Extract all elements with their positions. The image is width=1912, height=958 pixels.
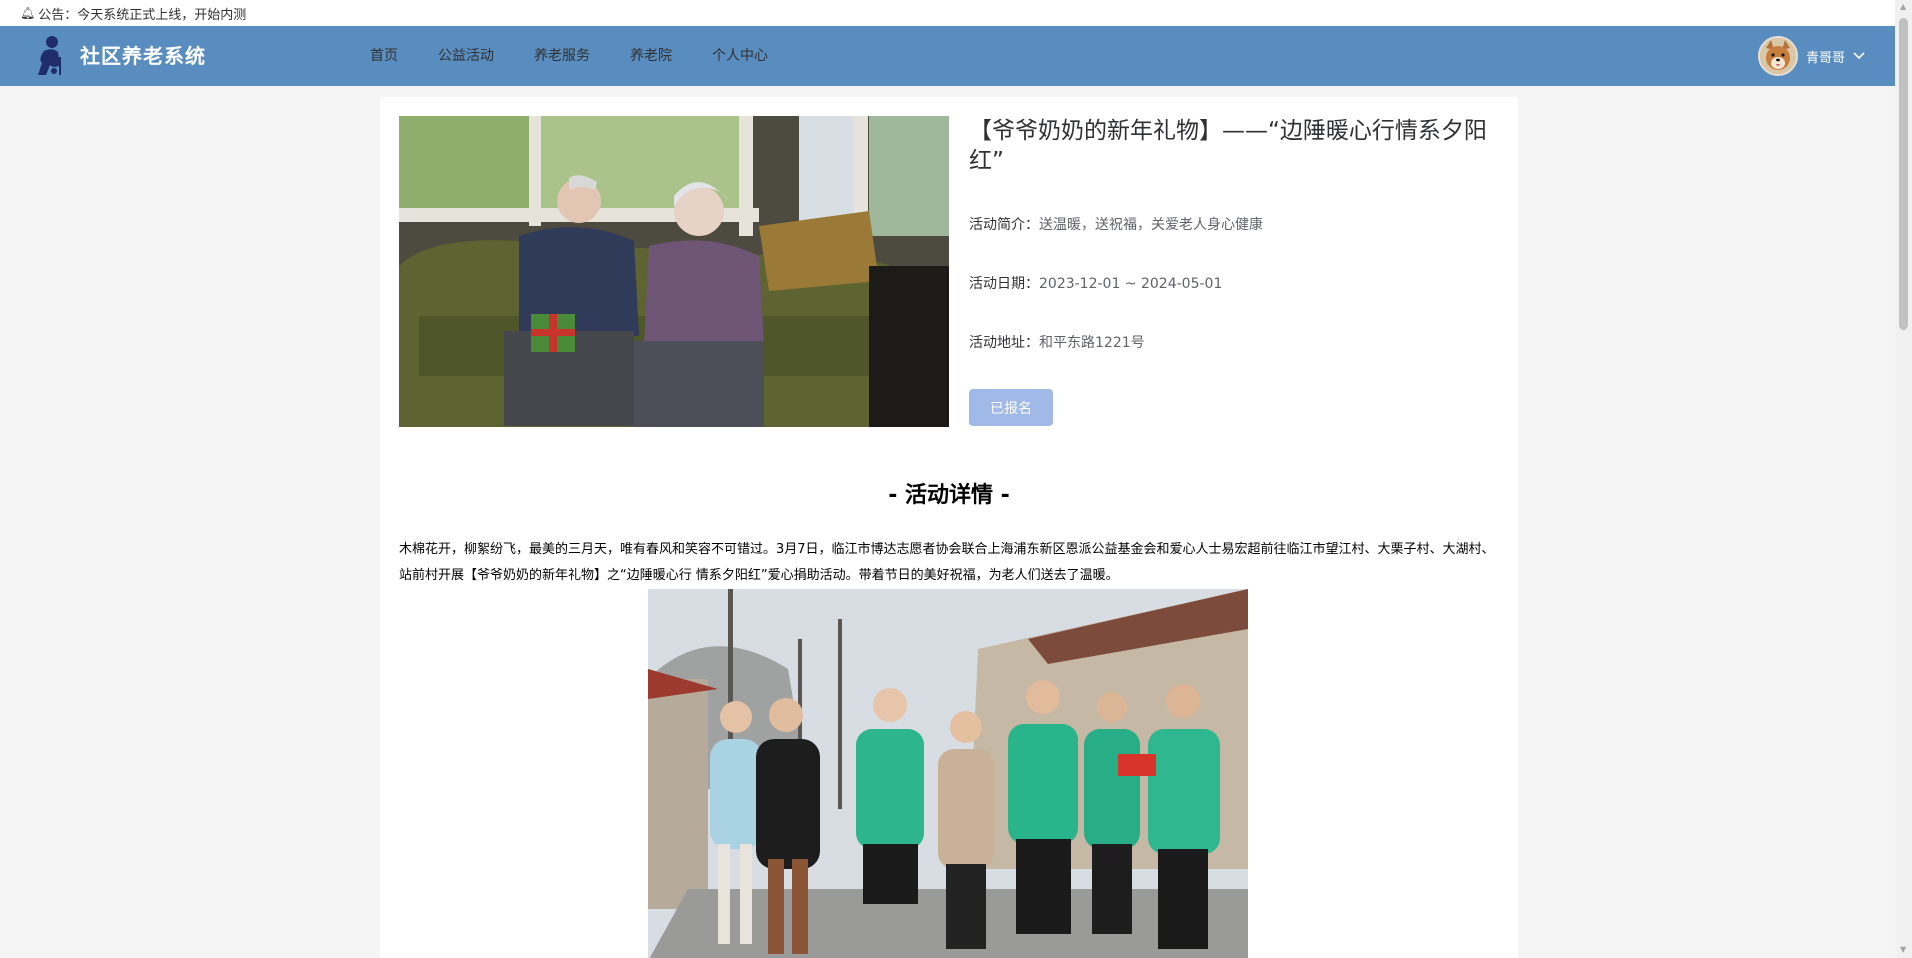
dog-avatar-icon [1759, 38, 1796, 74]
address-value: 和平东路1221号 [1039, 335, 1145, 351]
activity-date: 活动日期：2023-12-01 ~ 2024-05-01 [969, 273, 1222, 293]
activity-intro: 活动简介：送温暖，送祝福，关爱老人身心健康 [969, 214, 1263, 234]
date-label: 活动日期： [969, 276, 1039, 292]
intro-value: 送温暖，送祝福，关爱老人身心健康 [1039, 217, 1263, 233]
activity-info: 【爷爷奶奶的新年礼物】——“边陲暖心行情系夕阳红” 活动简介：送温暖，送祝福，关… [969, 116, 1499, 426]
intro-label: 活动简介： [969, 217, 1039, 233]
volunteers-group-photo [648, 589, 1248, 958]
activity-address: 活动地址：和平东路1221号 [969, 332, 1145, 352]
nav-personal-center[interactable]: 个人中心 [692, 26, 788, 86]
username[interactable]: 青哥哥 [1806, 47, 1845, 66]
announcement-text: 公告：今天系统正式上线，开始内测 [38, 7, 247, 23]
date-value: 2023-12-01 ~ 2024-05-01 [1039, 276, 1223, 292]
activity-detail-card: 【爷爷奶奶的新年礼物】——“边陲暖心行情系夕阳红” 活动简介：送温暖，送祝福，关… [380, 97, 1518, 958]
avatar[interactable] [1757, 36, 1798, 76]
top-header: 社区养老系统 首页 公益活动 养老服务 养老院 个人中心 青哥哥 [0, 26, 1895, 86]
bell-icon: 🔔︎ [20, 6, 36, 20]
signed-up-button[interactable]: 已报名 [969, 389, 1053, 426]
chevron-down-icon[interactable] [1853, 49, 1865, 63]
scroll-thumb[interactable] [1899, 18, 1908, 330]
address-label: 活动地址： [969, 335, 1039, 351]
detail-heading: - 活动详情 - [888, 483, 1010, 508]
brand-title[interactable]: 社区养老系统 [80, 26, 206, 86]
main-nav: 首页 公益活动 养老服务 养老院 个人中心 [350, 26, 788, 86]
nav-charity-activities[interactable]: 公益活动 [418, 26, 514, 86]
scroll-down-arrow-icon[interactable]: ▼ [1900, 945, 1906, 954]
announcement-bar: 🔔︎ 公告：今天系统正式上线，开始内测 [0, 0, 1895, 26]
detail-text: 木棉花开，柳絮纷飞，最美的三月天，唯有春风和笑容不可错过。3月7日，临江市博达志… [399, 542, 1495, 583]
nav-nursing-home[interactable]: 养老院 [610, 26, 692, 86]
scroll-up-arrow-icon[interactable]: ▲ [1900, 2, 1906, 11]
page-scrollbar[interactable]: ▲ ▼ [1895, 0, 1912, 958]
elderly-person-logo[interactable] [32, 35, 68, 77]
elderly-couple-gift-photo [399, 116, 949, 427]
nav-elderly-services[interactable]: 养老服务 [514, 26, 610, 86]
nav-home[interactable]: 首页 [350, 26, 418, 86]
activity-title: 【爷爷奶奶的新年礼物】——“边陲暖心行情系夕阳红” [969, 118, 1487, 174]
user-menu[interactable]: 青哥哥 [1757, 26, 1865, 86]
